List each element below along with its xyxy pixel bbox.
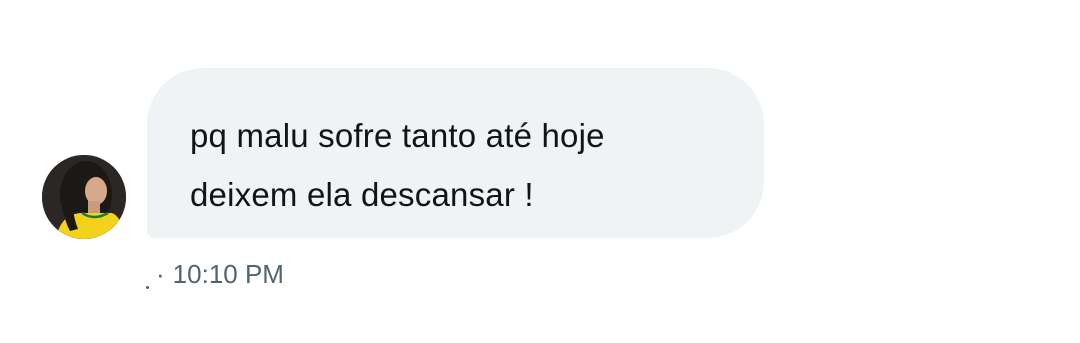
dm-conversation: pq malu sofre tanto até hoje deixem ela …	[0, 0, 1080, 343]
status-dot-icon	[146, 285, 149, 289]
meta-separator: ·	[156, 258, 165, 289]
message-text-line-2: deixem ela descansar !	[190, 176, 534, 213]
message-meta: · 10:10 PM	[146, 258, 284, 290]
sender-avatar[interactable]	[42, 155, 126, 239]
message-text-line-1: pq malu sofre tanto até hoje	[190, 117, 605, 154]
message-bubble[interactable]: pq malu sofre tanto até hoje deixem ela …	[147, 68, 764, 238]
avatar-photo-icon	[42, 155, 126, 239]
message-timestamp: 10:10 PM	[172, 258, 284, 289]
